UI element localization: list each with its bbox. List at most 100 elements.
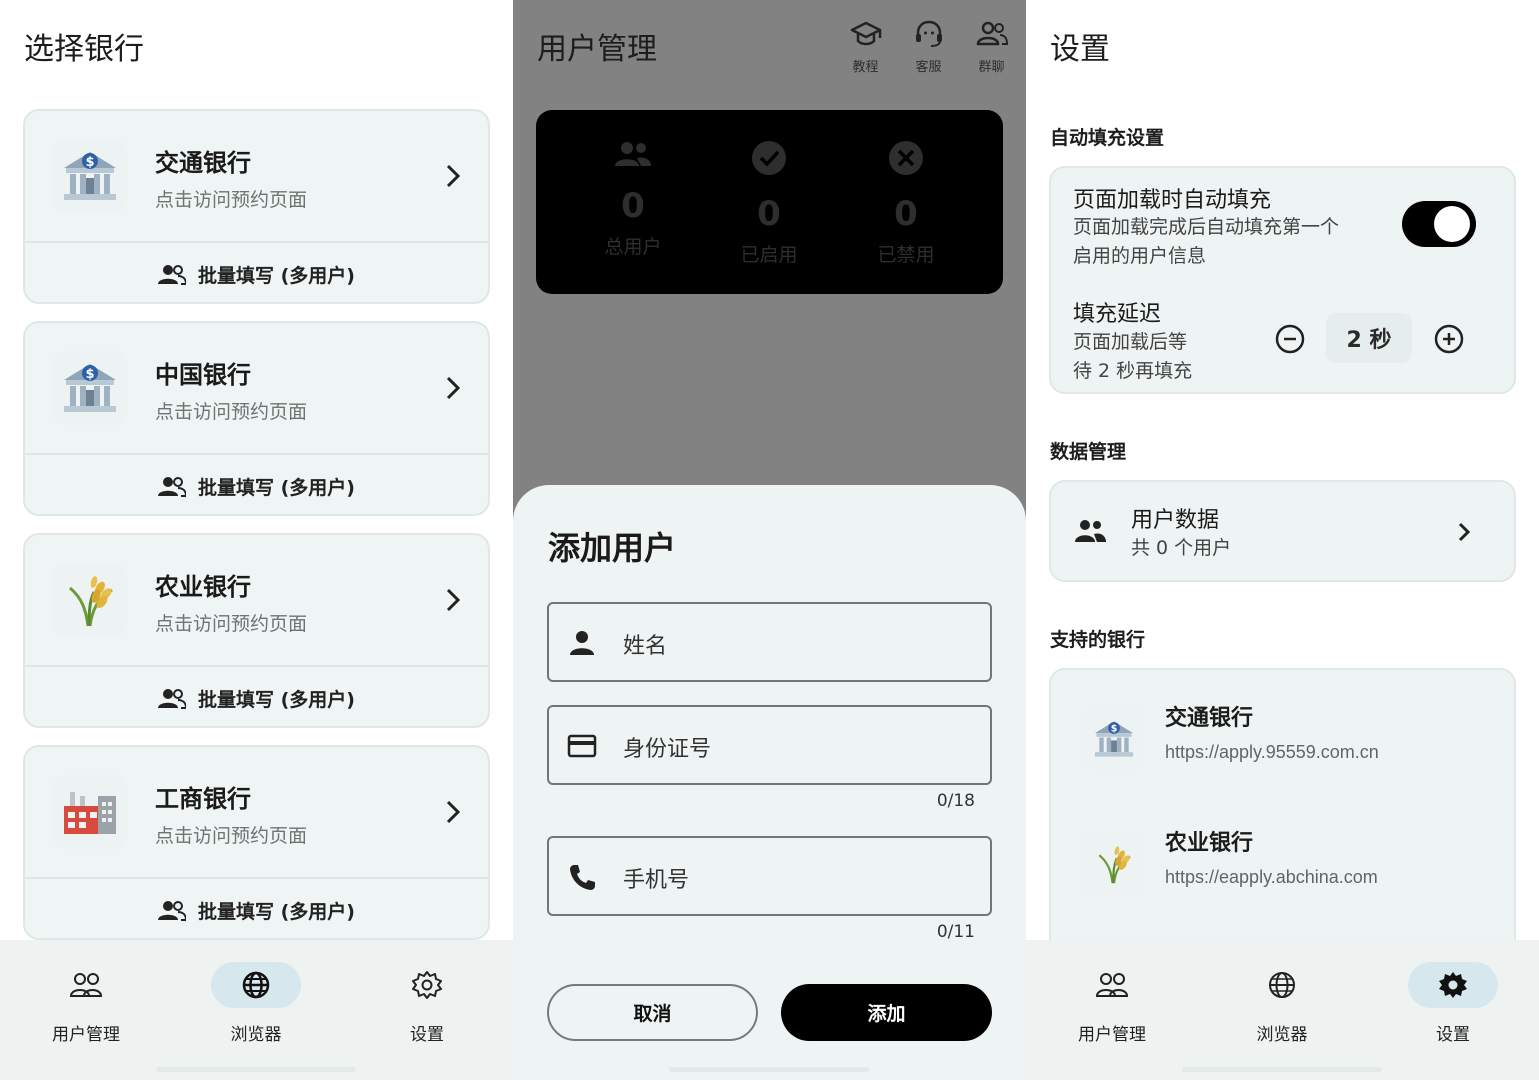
tutorial-button[interactable]: 教程 [843, 20, 888, 75]
chevron-right-icon [446, 164, 461, 188]
bank-building-icon: $ [53, 139, 127, 213]
globe-icon [1237, 962, 1327, 1008]
stat-value: 0 [894, 194, 918, 234]
nav-label: 设置 [1436, 1025, 1470, 1045]
bank-open-row[interactable]: $ 中国银行 点击访问预约页面 [25, 323, 488, 453]
bank-card: $ 中国银行 点击访问预约页面 批量填写 (多用户) [23, 321, 490, 516]
people-icon [615, 142, 651, 166]
batch-fill-label: 批量填写 (多用户) [198, 689, 355, 711]
action-label: 群聊 [978, 60, 1005, 75]
bank-card: 农业银行 点击访问预约页面 批量填写 (多用户) [23, 533, 490, 728]
bank-name: 工商银行 [155, 785, 251, 813]
stat-value: 0 [757, 194, 781, 234]
delay-desc-line1: 页面加载后等 [1073, 331, 1188, 353]
person-icon [570, 631, 594, 655]
bank-subtitle: 点击访问预约页面 [155, 825, 308, 847]
bank-subtitle: 点击访问预约页面 [155, 613, 308, 635]
gear-icon [382, 962, 472, 1008]
nav-item-browser[interactable]: 浏览器 [1227, 962, 1337, 1045]
batch-fill-button[interactable]: 批量填写 (多用户) [25, 243, 488, 302]
bank-card: 工商银行 点击访问预约页面 批量填写 (多用户) [23, 745, 490, 940]
wheat-icon [53, 563, 127, 637]
plus-circle-icon[interactable] [1433, 323, 1465, 355]
stat-value: 0 [621, 186, 645, 226]
x-circle-icon [889, 141, 923, 175]
bottom-nav: 用户管理 浏览器 设置 [0, 940, 513, 1080]
bank-building-icon: $ [1081, 706, 1147, 772]
add-user-sheet: 添加用户 姓名 身份证号 0/18 手机号 0/11 取消 添加 [513, 485, 1026, 1080]
phone-field[interactable]: 手机号 [547, 836, 992, 916]
id-number-field[interactable]: 身份证号 [547, 705, 992, 785]
phone-placeholder: 手机号 [623, 868, 690, 893]
supported-bank-item: 农业银行 https://eapply.abchina.com [1081, 825, 1501, 905]
stat-disabled: 0 已禁用 [836, 140, 976, 267]
batch-fill-button[interactable]: 批量填写 (多用户) [25, 667, 488, 726]
support-button[interactable]: 客服 [906, 20, 951, 75]
bank-building-icon: $ [53, 351, 127, 425]
supported-bank-name: 交通银行 [1165, 706, 1254, 731]
bank-name: 中国银行 [155, 361, 251, 389]
home-indicator [156, 1067, 356, 1072]
bank-name: 交通银行 [155, 149, 251, 177]
stat-total: 0 总用户 [563, 140, 703, 259]
group-chat-button[interactable]: 群聊 [969, 20, 1014, 75]
svg-text:$: $ [1111, 724, 1118, 735]
action-label: 教程 [852, 60, 879, 75]
gear-icon [1408, 962, 1498, 1008]
users-icon [1067, 962, 1157, 1008]
delay-title: 填充延迟 [1073, 302, 1162, 327]
nav-item-users[interactable]: 用户管理 [31, 962, 141, 1045]
batch-fill-button[interactable]: 批量填写 (多用户) [25, 879, 488, 938]
nav-item-settings[interactable]: 设置 [372, 962, 482, 1045]
nav-label: 浏览器 [1256, 1025, 1308, 1045]
bank-name: 农业银行 [155, 573, 251, 601]
batch-fill-label: 批量填写 (多用户) [198, 477, 355, 499]
select-bank-screen: 选择银行 $ 交通银行 点击访问预约页面 批量填写 (多用户) $ 中国银行 点… [0, 0, 513, 1080]
bank-card: $ 交通银行 点击访问预约页面 批量填写 (多用户) [23, 109, 490, 304]
user-data-card[interactable]: 用户数据 共 0 个用户 [1049, 480, 1516, 582]
chevron-right-icon [446, 800, 461, 824]
nav-label: 用户管理 [52, 1025, 120, 1045]
chevron-right-icon [446, 588, 461, 612]
nav-label: 用户管理 [1078, 1025, 1146, 1045]
cancel-button[interactable]: 取消 [547, 984, 758, 1041]
users-icon [158, 264, 186, 285]
nav-item-settings[interactable]: 设置 [1398, 962, 1508, 1045]
autofill-desc-line2: 启用的用户信息 [1073, 245, 1207, 267]
users-icon [158, 900, 186, 921]
users-icon [41, 962, 131, 1008]
user-data-desc: 共 0 个用户 [1131, 537, 1232, 559]
bank-subtitle: 点击访问预约页面 [155, 401, 308, 423]
nav-item-users[interactable]: 用户管理 [1057, 962, 1167, 1045]
settings-screen: 设置 自动填充设置 页面加载时自动填充 页面加载完成后自动填充第一个 启用的用户… [1026, 0, 1539, 1080]
globe-icon [211, 962, 301, 1008]
section-title-supported: 支持的银行 [1050, 629, 1146, 651]
bank-open-row[interactable]: 工商银行 点击访问预约页面 [25, 747, 488, 877]
autofill-title: 页面加载时自动填充 [1073, 188, 1272, 213]
add-button[interactable]: 添加 [781, 984, 992, 1041]
action-label: 客服 [915, 60, 942, 75]
minus-circle-icon[interactable] [1274, 323, 1306, 355]
toggle-knob [1434, 206, 1470, 242]
bank-subtitle: 点击访问预约页面 [155, 189, 308, 211]
batch-fill-button[interactable]: 批量填写 (多用户) [25, 455, 488, 514]
page-title: 用户管理 [537, 32, 657, 67]
delay-value: 2 秒 [1326, 313, 1412, 363]
bank-open-row[interactable]: $ 交通银行 点击访问预约页面 [25, 111, 488, 241]
phone-icon [570, 865, 595, 890]
bank-open-row[interactable]: 农业银行 点击访问预约页面 [25, 535, 488, 665]
id-counter: 0/18 [936, 791, 975, 811]
autofill-card: 页面加载时自动填充 页面加载完成后自动填充第一个 启用的用户信息 填充延迟 页面… [1049, 166, 1516, 394]
nav-item-browser[interactable]: 浏览器 [201, 962, 311, 1045]
autofill-toggle[interactable] [1402, 201, 1476, 247]
id-card-icon [567, 734, 597, 758]
people-icon [1075, 520, 1106, 542]
chevron-right-icon [446, 376, 461, 400]
home-indicator [669, 1067, 869, 1072]
supported-bank-url: https://eapply.abchina.com [1165, 867, 1378, 887]
supported-bank-name: 农业银行 [1165, 831, 1254, 856]
chevron-right-icon [1458, 522, 1471, 542]
name-field[interactable]: 姓名 [547, 602, 992, 682]
wheat-icon [1081, 831, 1147, 897]
screens: 选择银行 $ 交通银行 点击访问预约页面 批量填写 (多用户) $ 中国银行 点… [0, 0, 1539, 1080]
